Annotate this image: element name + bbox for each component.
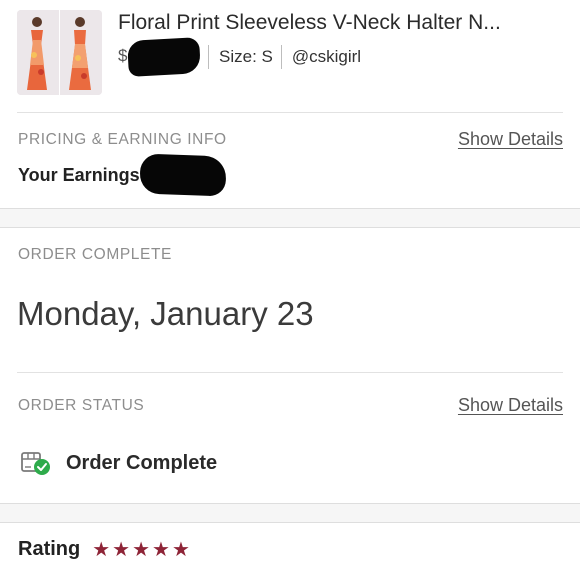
star-icon: ★ (132, 538, 151, 561)
star-icon: ★ (152, 538, 170, 561)
star-icon: ★ (171, 538, 190, 561)
product-meta: $ Size: S @cskigirl (118, 37, 361, 77)
dress-thumbnail-image (17, 10, 102, 95)
pricing-section-label: PRICING & EARNING INFO (18, 131, 227, 148)
earnings-redaction (139, 153, 227, 197)
seller-username[interactable]: @cskigirl (292, 47, 361, 67)
product-summary[interactable]: Floral Print Sleeveless V-Neck Halter N.… (0, 0, 580, 112)
price: $ (118, 37, 201, 77)
star-icon: ★ (112, 538, 131, 561)
product-title[interactable]: Floral Print Sleeveless V-Neck Halter N.… (118, 11, 568, 35)
box-check-icon (20, 449, 52, 477)
order-complete-date: Monday, January 23 (17, 295, 314, 332)
meta-separator (280, 45, 282, 69)
price-redaction (127, 37, 201, 77)
product-thumbnail[interactable] (17, 10, 102, 95)
meta-separator (208, 45, 209, 69)
divider (17, 112, 563, 113)
price-prefix: $ (118, 46, 128, 65)
pricing-show-details-link[interactable]: Show Details (458, 129, 563, 150)
order-status-show-details-link[interactable]: Show Details (458, 395, 563, 416)
order-complete-section-label: ORDER COMPLETE (18, 246, 172, 263)
order-status-row: Order Complete (20, 449, 217, 477)
divider (17, 372, 563, 373)
section-gap (0, 208, 580, 228)
order-details-page: Floral Print Sleeveless V-Neck Halter N.… (0, 0, 580, 580)
star-icon: ★ (92, 538, 111, 561)
earnings-label: Your Earnings: (18, 165, 146, 185)
size-label: Size: S (219, 47, 273, 66)
order-status-section-label: ORDER STATUS (18, 397, 145, 414)
order-status-text: Order Complete (66, 451, 218, 474)
section-gap (0, 503, 580, 523)
rating-label: Rating (18, 538, 81, 560)
rating-row: Rating ★ ★ ★ ★ ★ (18, 538, 190, 561)
rating-stars: ★ ★ ★ ★ ★ (92, 540, 190, 560)
